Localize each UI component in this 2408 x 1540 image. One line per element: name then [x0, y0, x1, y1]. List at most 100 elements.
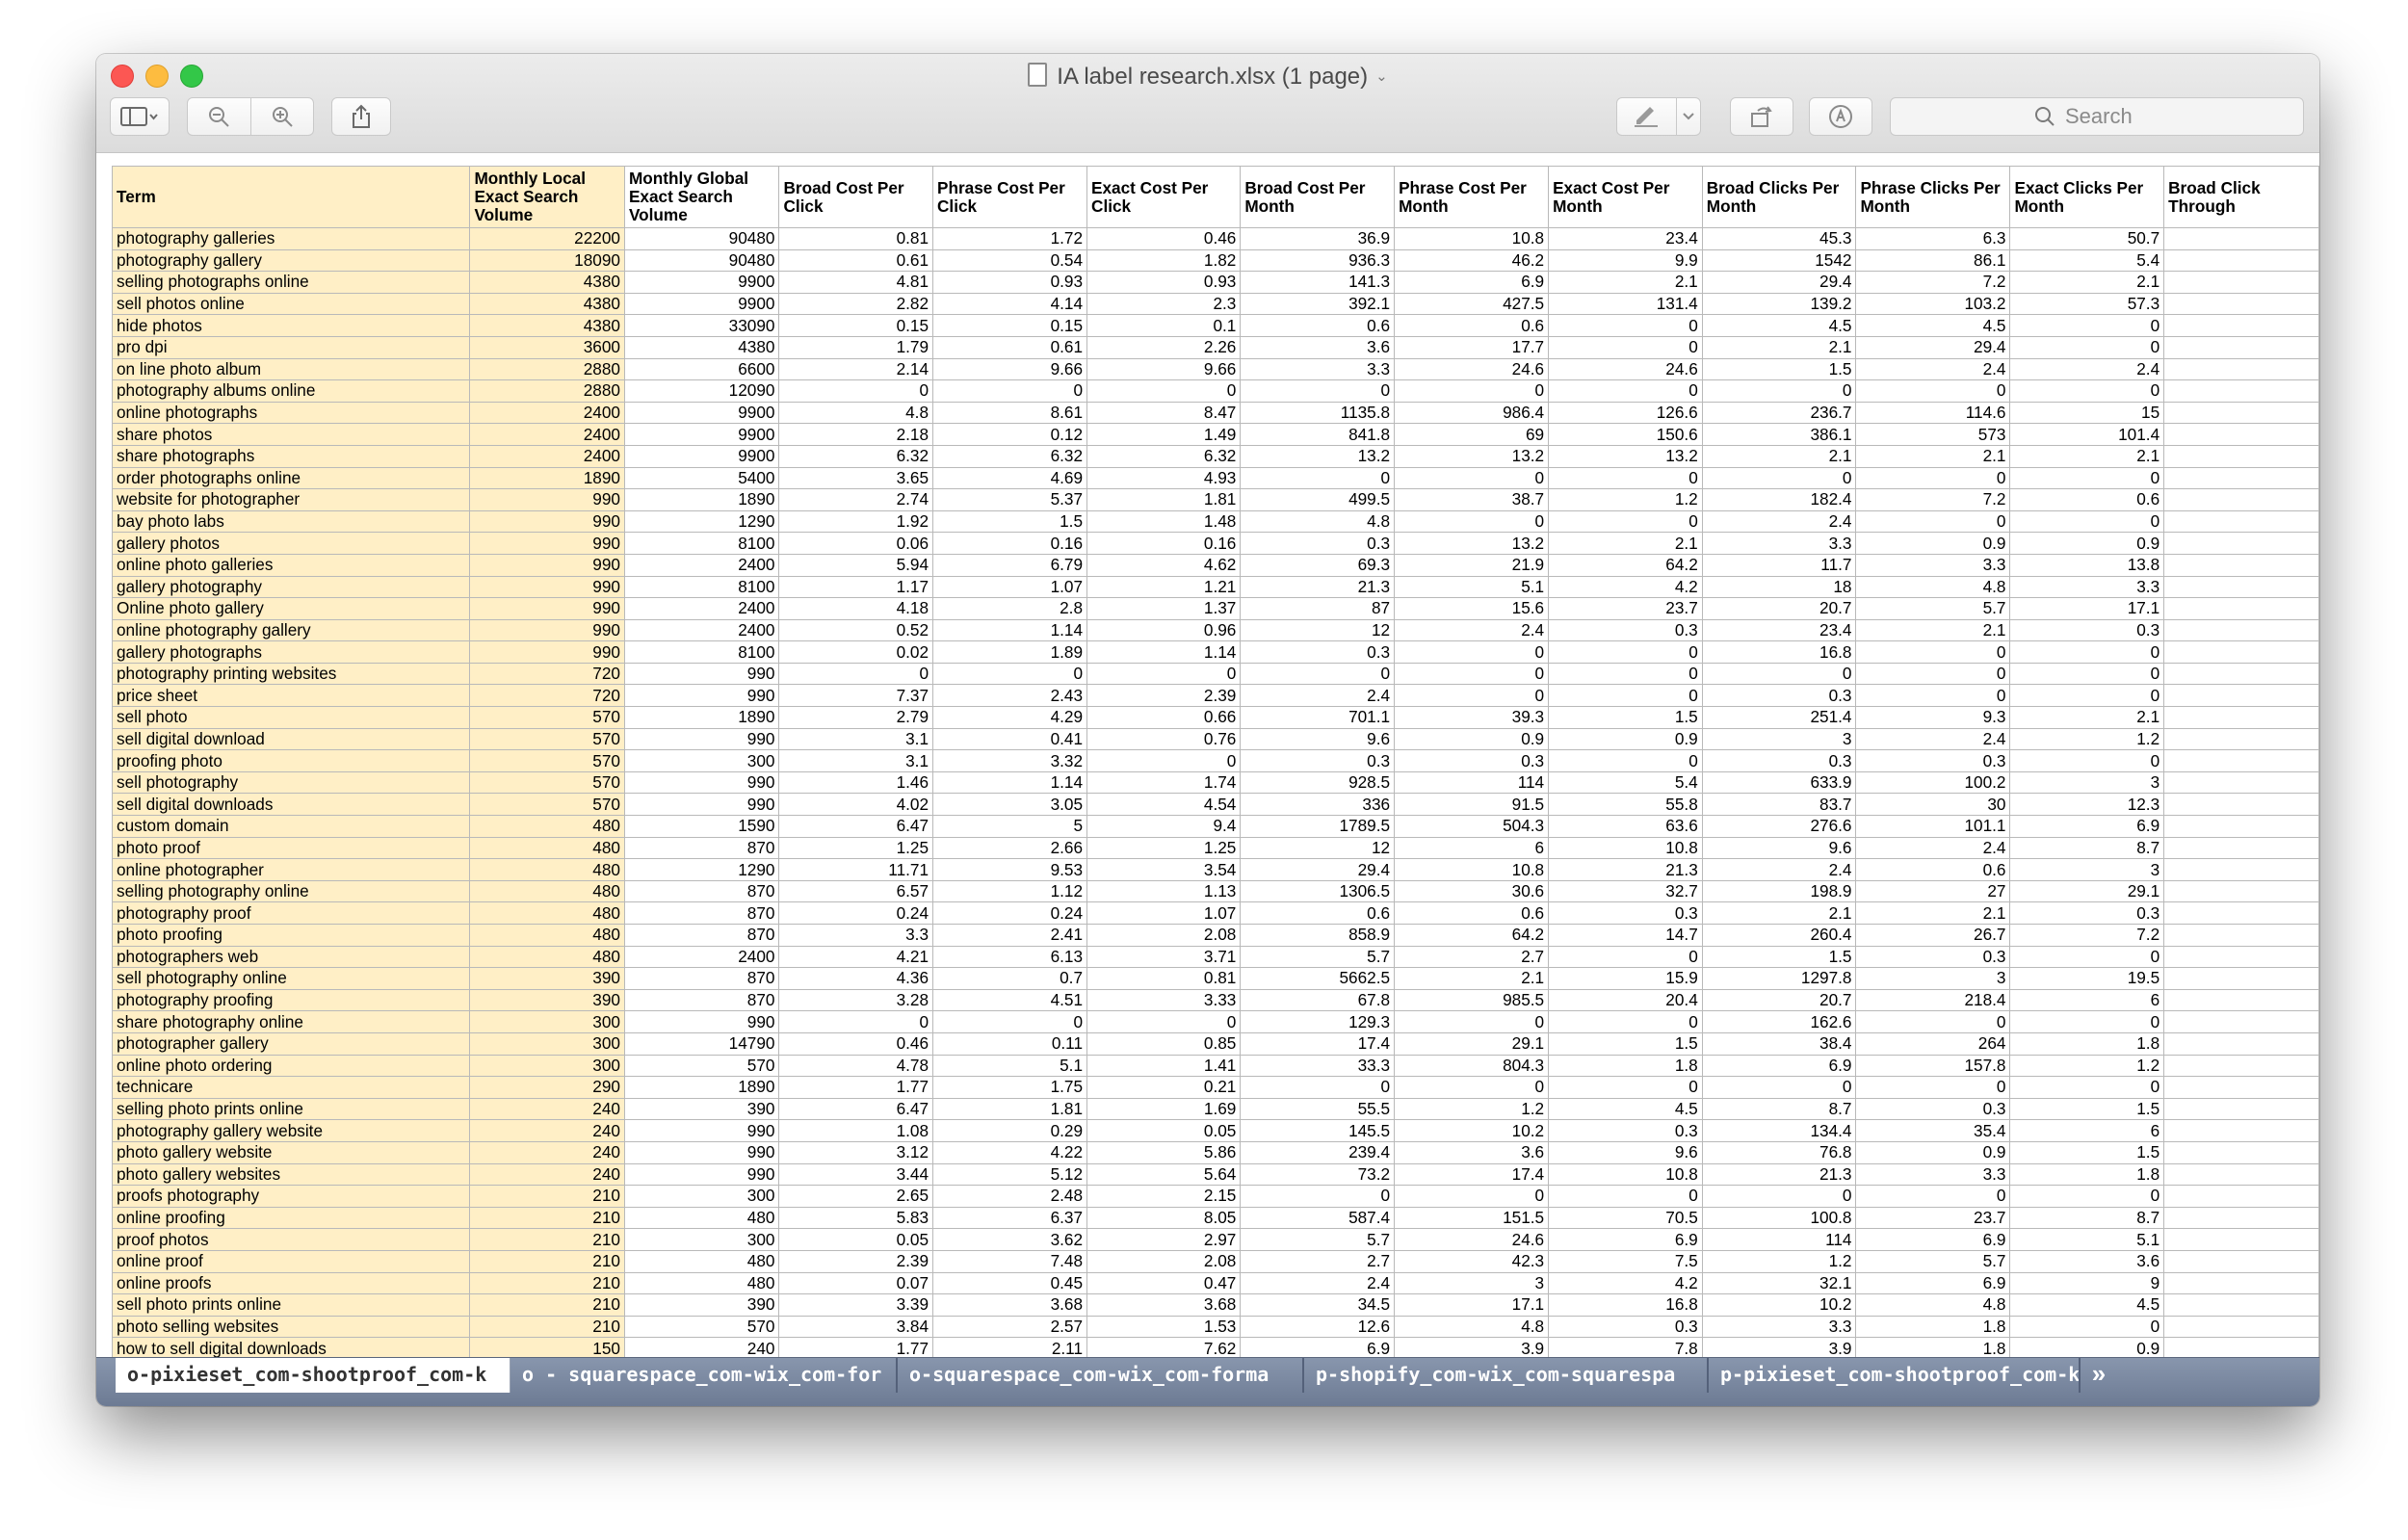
- value-cell[interactable]: 101.4: [2009, 423, 2165, 446]
- value-cell[interactable]: 2.4: [1394, 619, 1550, 642]
- term-cell[interactable]: pro dpi: [111, 336, 471, 359]
- value-cell[interactable]: 0.6: [1394, 901, 1550, 925]
- value-cell[interactable]: 3.1: [778, 728, 934, 751]
- value-cell[interactable]: 2.39: [1086, 684, 1242, 708]
- value-cell[interactable]: [2163, 1032, 2319, 1056]
- value-cell[interactable]: 2.1: [1855, 445, 2011, 468]
- value-cell[interactable]: 3.3: [2009, 576, 2165, 599]
- value-cell[interactable]: 6.9: [1702, 1055, 1857, 1078]
- value-cell[interactable]: 4.2: [1548, 1272, 1703, 1295]
- value-cell[interactable]: 6.79: [932, 554, 1088, 577]
- value-cell[interactable]: 7.62: [1086, 1337, 1242, 1357]
- value-cell[interactable]: 5: [932, 815, 1088, 838]
- value-cell[interactable]: 4.8: [778, 402, 934, 425]
- value-cell[interactable]: 8100: [624, 576, 780, 599]
- value-cell[interactable]: 0: [1855, 510, 2011, 534]
- term-cell[interactable]: selling photographs online: [111, 271, 471, 294]
- value-cell[interactable]: 570: [469, 793, 625, 817]
- value-cell[interactable]: 240: [469, 1141, 625, 1164]
- sheet-tab-3[interactable]: o-squarespace_com-wix_com-forma: [898, 1358, 1304, 1393]
- value-cell[interactable]: 7.5: [1548, 1250, 1703, 1273]
- value-cell[interactable]: 870: [624, 880, 780, 903]
- value-cell[interactable]: 2.1: [1394, 967, 1550, 990]
- value-cell[interactable]: 990: [469, 554, 625, 577]
- value-cell[interactable]: [2163, 445, 2319, 468]
- value-cell[interactable]: [2163, 336, 2319, 359]
- value-cell[interactable]: 870: [624, 837, 780, 860]
- value-cell[interactable]: 0.61: [778, 249, 934, 273]
- value-cell[interactable]: 12: [1240, 619, 1396, 642]
- value-cell[interactable]: 240: [469, 1119, 625, 1142]
- value-cell[interactable]: 1.5: [2009, 1141, 2165, 1164]
- value-cell[interactable]: 6: [1394, 837, 1550, 860]
- value-cell[interactable]: 3.71: [1086, 946, 1242, 969]
- value-cell[interactable]: 20.7: [1702, 989, 1857, 1012]
- value-cell[interactable]: 0: [1548, 1010, 1703, 1033]
- value-cell[interactable]: 990: [469, 619, 625, 642]
- value-cell[interactable]: 9900: [624, 423, 780, 446]
- value-cell[interactable]: 8.7: [2009, 1207, 2165, 1230]
- value-cell[interactable]: 390: [624, 1293, 780, 1317]
- value-cell[interactable]: 100.2: [1855, 771, 2011, 795]
- value-cell[interactable]: 5.64: [1086, 1163, 1242, 1187]
- value-cell[interactable]: 23.4: [1702, 619, 1857, 642]
- value-cell[interactable]: 4.5: [1855, 314, 2011, 337]
- term-cell[interactable]: order photographs online: [111, 467, 471, 490]
- value-cell[interactable]: 33090: [624, 314, 780, 337]
- value-cell[interactable]: 0.3: [1702, 684, 1857, 708]
- value-cell[interactable]: 20.7: [1702, 597, 1857, 620]
- value-cell[interactable]: 24.6: [1394, 358, 1550, 381]
- value-cell[interactable]: 5400: [624, 467, 780, 490]
- value-cell[interactable]: [2163, 1076, 2319, 1099]
- value-cell[interactable]: 2.7: [1240, 1250, 1396, 1273]
- term-cell[interactable]: photography proofing: [111, 989, 471, 1012]
- value-cell[interactable]: 0.3: [2009, 901, 2165, 925]
- value-cell[interactable]: 114: [1702, 1228, 1857, 1251]
- value-cell[interactable]: [2163, 488, 2319, 511]
- value-cell[interactable]: 6.32: [932, 445, 1088, 468]
- value-cell[interactable]: 0.41: [932, 728, 1088, 751]
- value-cell[interactable]: 23.7: [1548, 597, 1703, 620]
- value-cell[interactable]: 480: [469, 946, 625, 969]
- value-cell[interactable]: 1590: [624, 815, 780, 838]
- term-cell[interactable]: online proof: [111, 1250, 471, 1273]
- value-cell[interactable]: 6.47: [778, 1098, 934, 1121]
- value-cell[interactable]: 76.8: [1702, 1141, 1857, 1164]
- value-cell[interactable]: 240: [469, 1163, 625, 1187]
- more-sheets-button[interactable]: »: [2081, 1358, 2117, 1393]
- value-cell[interactable]: 3.33: [1086, 989, 1242, 1012]
- value-cell[interactable]: 182.4: [1702, 488, 1857, 511]
- value-cell[interactable]: 1.14: [1086, 640, 1242, 664]
- value-cell[interactable]: 2.43: [932, 684, 1088, 708]
- term-cell[interactable]: sell photos online: [111, 293, 471, 316]
- value-cell[interactable]: 1890: [624, 706, 780, 729]
- value-cell[interactable]: 0.6: [1394, 314, 1550, 337]
- value-cell[interactable]: 6: [2009, 989, 2165, 1012]
- value-cell[interactable]: [2163, 1337, 2319, 1357]
- value-cell[interactable]: 2.82: [778, 293, 934, 316]
- value-cell[interactable]: [2163, 815, 2319, 838]
- value-cell[interactable]: 300: [624, 749, 780, 772]
- value-cell[interactable]: 10.8: [1548, 837, 1703, 860]
- value-cell[interactable]: 390: [469, 967, 625, 990]
- term-cell[interactable]: technicare: [111, 1076, 471, 1099]
- value-cell[interactable]: 6.9: [2009, 815, 2165, 838]
- value-cell[interactable]: 990: [469, 488, 625, 511]
- value-cell[interactable]: 114: [1394, 771, 1550, 795]
- value-cell[interactable]: 9.9: [1548, 249, 1703, 273]
- value-cell[interactable]: 2.15: [1086, 1185, 1242, 1208]
- value-cell[interactable]: [2163, 640, 2319, 664]
- value-cell[interactable]: 2.1: [2009, 706, 2165, 729]
- value-cell[interactable]: 0.24: [778, 901, 934, 925]
- value-cell[interactable]: 0: [2009, 1010, 2165, 1033]
- term-cell[interactable]: photo proof: [111, 837, 471, 860]
- term-cell[interactable]: photographers web: [111, 946, 471, 969]
- value-cell[interactable]: [2163, 467, 2319, 490]
- value-cell[interactable]: 32.1: [1702, 1272, 1857, 1295]
- value-cell[interactable]: 4.5: [1702, 314, 1857, 337]
- value-cell[interactable]: 8.61: [932, 402, 1088, 425]
- value-cell[interactable]: 990: [624, 1163, 780, 1187]
- value-cell[interactable]: 0: [1548, 640, 1703, 664]
- value-cell[interactable]: 290: [469, 1076, 625, 1099]
- value-cell[interactable]: 0.21: [1086, 1076, 1242, 1099]
